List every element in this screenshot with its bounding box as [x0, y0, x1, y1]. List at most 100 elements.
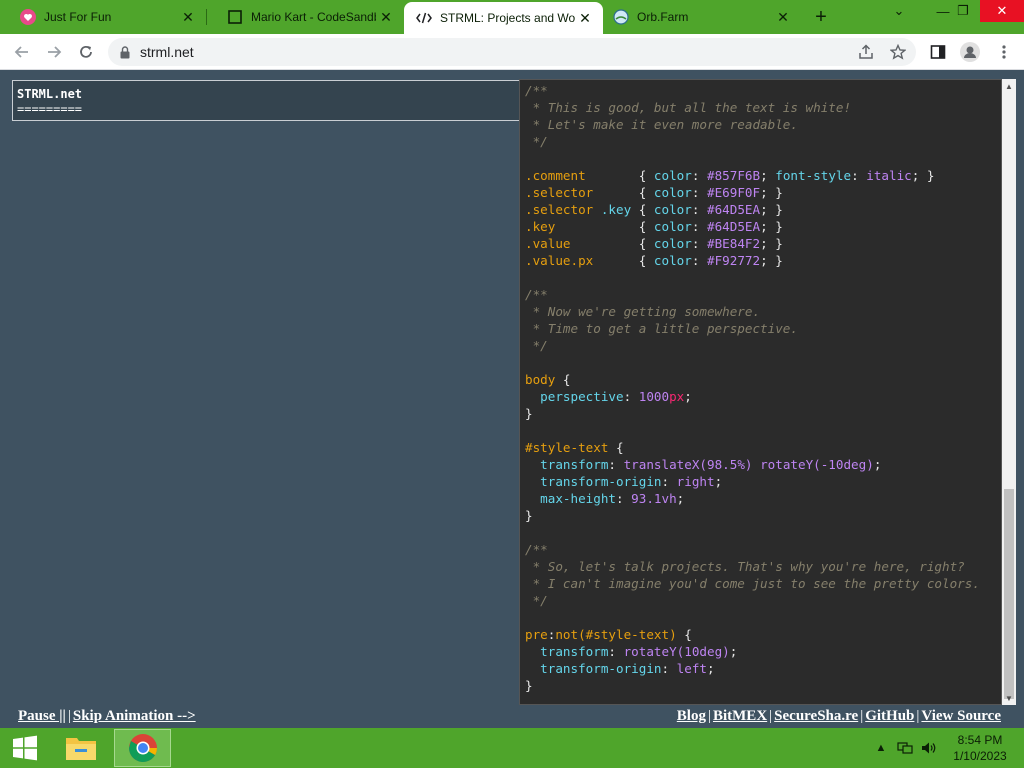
codesandbox-icon	[227, 9, 243, 25]
scroll-up-arrow-icon[interactable]: ▲	[1002, 79, 1016, 93]
share-icon[interactable]	[856, 42, 876, 62]
separator: |	[860, 708, 864, 724]
key-token: color	[653, 253, 692, 268]
key-token: font-style	[775, 168, 852, 183]
show-hidden-icons-chevron-icon[interactable]: ▲	[872, 739, 890, 757]
tab-mario-kart[interactable]: Mario Kart - CodeSandbox ✕	[207, 0, 404, 34]
skip-animation-link[interactable]: Skip Animation -->	[73, 708, 196, 724]
github-link[interactable]: GitHub	[865, 708, 914, 724]
punct-token: :	[691, 185, 707, 200]
key-token: transform-origin	[540, 474, 662, 489]
value-token: translateX(98.5%) rotateY(-10deg)	[623, 457, 874, 472]
window-close-icon[interactable]: ✕	[980, 0, 1024, 22]
windows-start-icon[interactable]	[0, 728, 50, 768]
punct-token: :	[623, 389, 639, 404]
punct-token: ; }	[760, 202, 783, 217]
selector-token: .selector	[525, 202, 601, 217]
tab-title: Just For Fun	[44, 10, 112, 24]
code-line: perspective: 1000px;	[525, 388, 980, 405]
volume-icon[interactable]	[920, 739, 938, 757]
tab-strml[interactable]: STRML: Projects and Work ✕	[404, 2, 603, 34]
code-line: */	[525, 133, 980, 150]
bitmex-link[interactable]: BitMEX	[713, 708, 767, 724]
tab-just-for-fun[interactable]: Just For Fun ✕	[0, 0, 206, 34]
tab-orb-farm[interactable]: Orb.Farm ✕	[603, 0, 801, 34]
selector-token: .value.px	[525, 253, 639, 268]
key-token: color	[653, 202, 692, 217]
punct-token: ;	[714, 474, 723, 489]
comment-token: * So, let's talk projects. That's why yo…	[525, 559, 965, 574]
address-bar[interactable]: strml.net	[108, 38, 916, 66]
punct-token: }	[525, 406, 533, 421]
network-icon[interactable]	[896, 739, 914, 757]
code-line: pre:not(#style-text) {	[525, 626, 980, 643]
unit-token: px	[669, 389, 685, 404]
tab-title: Mario Kart - CodeSandbox	[251, 10, 376, 24]
scroll-down-arrow-icon[interactable]: ▼	[1002, 691, 1016, 705]
url-text[interactable]: strml.net	[140, 44, 194, 60]
selector-token: pre	[525, 627, 548, 642]
punct-token	[525, 457, 540, 472]
chrome-taskbar-icon[interactable]	[114, 729, 171, 767]
blog-link[interactable]: Blog	[677, 708, 706, 724]
file-explorer-icon[interactable]	[58, 730, 104, 766]
punct-token: ;	[760, 168, 776, 183]
value-token: 93.1vh	[631, 491, 677, 506]
side-panel-icon[interactable]	[928, 42, 948, 62]
key-token: color	[653, 185, 692, 200]
value-token: rotateY(10deg)	[623, 644, 730, 659]
code-line: * Now we're getting somewhere.	[525, 303, 980, 320]
profile-avatar-icon[interactable]	[960, 42, 980, 62]
code-line: max-height: 93.1vh;	[525, 490, 980, 507]
system-clock[interactable]: 8:54 PM 1/10/2023	[940, 732, 1020, 764]
value-token: #64D5EA	[707, 219, 761, 234]
forward-arrow-icon[interactable]	[42, 40, 66, 64]
selector-token: .value	[525, 236, 639, 251]
securesha-link[interactable]: SecureSha.re	[774, 708, 858, 724]
punct-token: {	[638, 185, 654, 200]
vertical-scrollbar[interactable]: ▲ ▼	[1002, 79, 1016, 705]
clock-time: 8:54 PM	[957, 733, 1003, 747]
style-text-pane[interactable]: /** * This is good, but all the text is …	[519, 79, 1002, 705]
reload-icon[interactable]	[74, 40, 98, 64]
pause-link[interactable]: Pause ||	[18, 708, 66, 724]
separator: |	[916, 708, 920, 724]
menu-kebab-icon[interactable]	[994, 42, 1014, 62]
selector-token: .key	[525, 219, 639, 234]
punct-token: {	[638, 219, 654, 234]
lock-icon[interactable]	[120, 45, 130, 59]
close-icon[interactable]: ✕	[773, 7, 793, 27]
punct-token: {	[608, 440, 624, 455]
comment-token: * Time to get a little perspective.	[525, 321, 798, 336]
punct-token: ;	[676, 491, 685, 506]
key-token: transform	[540, 644, 609, 659]
bookmark-star-icon[interactable]	[888, 42, 908, 62]
close-icon[interactable]: ✕	[178, 7, 198, 27]
scrollbar-thumb[interactable]	[1004, 489, 1014, 699]
key-token: color	[653, 168, 692, 183]
back-arrow-icon[interactable]	[10, 40, 34, 64]
value-token: left	[676, 661, 708, 676]
punct-token: {	[631, 202, 654, 217]
tab-search-chevron-icon[interactable]: ⌄	[882, 0, 916, 22]
code-line: /**	[525, 541, 980, 558]
tab-title: STRML: Projects and Work	[440, 11, 575, 25]
code-line: */	[525, 592, 980, 609]
code-line: #style-text {	[525, 439, 980, 456]
code-line: transform-origin: left;	[525, 660, 980, 677]
comment-token: /**	[525, 287, 548, 302]
value-token: #BE84F2	[707, 236, 761, 251]
punct-token: {	[555, 372, 571, 387]
restore-icon[interactable]: ❐	[946, 0, 980, 22]
value-token: 1000	[638, 389, 670, 404]
punct-token: ;	[729, 644, 738, 659]
close-icon[interactable]: ✕	[575, 8, 595, 28]
key-token: perspective	[540, 389, 624, 404]
style-code: /** * This is good, but all the text is …	[520, 82, 980, 694]
key-token: transform	[540, 457, 609, 472]
new-tab-button[interactable]: +	[808, 5, 834, 29]
close-icon[interactable]: ✕	[376, 7, 396, 27]
code-line: body {	[525, 371, 980, 388]
view-source-link[interactable]: View Source	[921, 708, 1001, 724]
